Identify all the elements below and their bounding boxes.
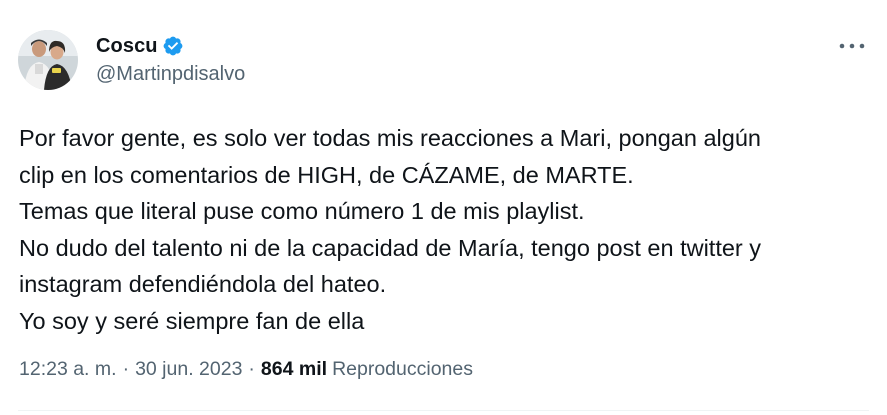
more-horizontal-icon (839, 43, 865, 49)
views-count: 864 mil (260, 358, 328, 380)
tweet-text: Por favor gente, es solo ver todas mis r… (19, 120, 874, 339)
profile-photo-icon (18, 30, 78, 90)
views-label: Reproducciones (332, 358, 473, 380)
more-options-button[interactable] (835, 36, 869, 56)
tweet-text-line: instagram defendiéndola del hateo. (19, 271, 387, 297)
tweet-text-line: Por favor gente, es solo ver todas mis r… (19, 125, 761, 151)
tweet-text-line: clip en los comentarios de HIGH, de CÁZA… (19, 161, 634, 188)
tweet-card: Coscu @Martinpdisalvo Por favor gente, e… (0, 0, 887, 415)
author-name-row: Coscu (96, 33, 184, 59)
tweet-metadata: 12:23 a. m. · 30 jun. 2023 · 864 mil Rep… (19, 358, 473, 381)
tweet-text-line: No dudo del talento ni de la capacidad d… (19, 234, 762, 261)
tweet-date[interactable]: 30 jun. 2023 (135, 358, 242, 381)
divider (18, 410, 869, 411)
meta-separator: · (122, 358, 130, 380)
meta-separator: · (248, 358, 255, 380)
verified-badge-icon (162, 35, 184, 57)
tweet-text-line: Yo soy y seré siempre fan de ella (19, 307, 365, 334)
tweet-text-line: Temas que literal puse como número 1 de … (19, 198, 585, 224)
tweet-time[interactable]: 12:23 a. m. (19, 358, 117, 381)
author-avatar[interactable] (18, 30, 78, 90)
author-handle[interactable]: @Martinpdisalvo (96, 63, 245, 86)
author-display-name[interactable]: Coscu (96, 35, 158, 58)
